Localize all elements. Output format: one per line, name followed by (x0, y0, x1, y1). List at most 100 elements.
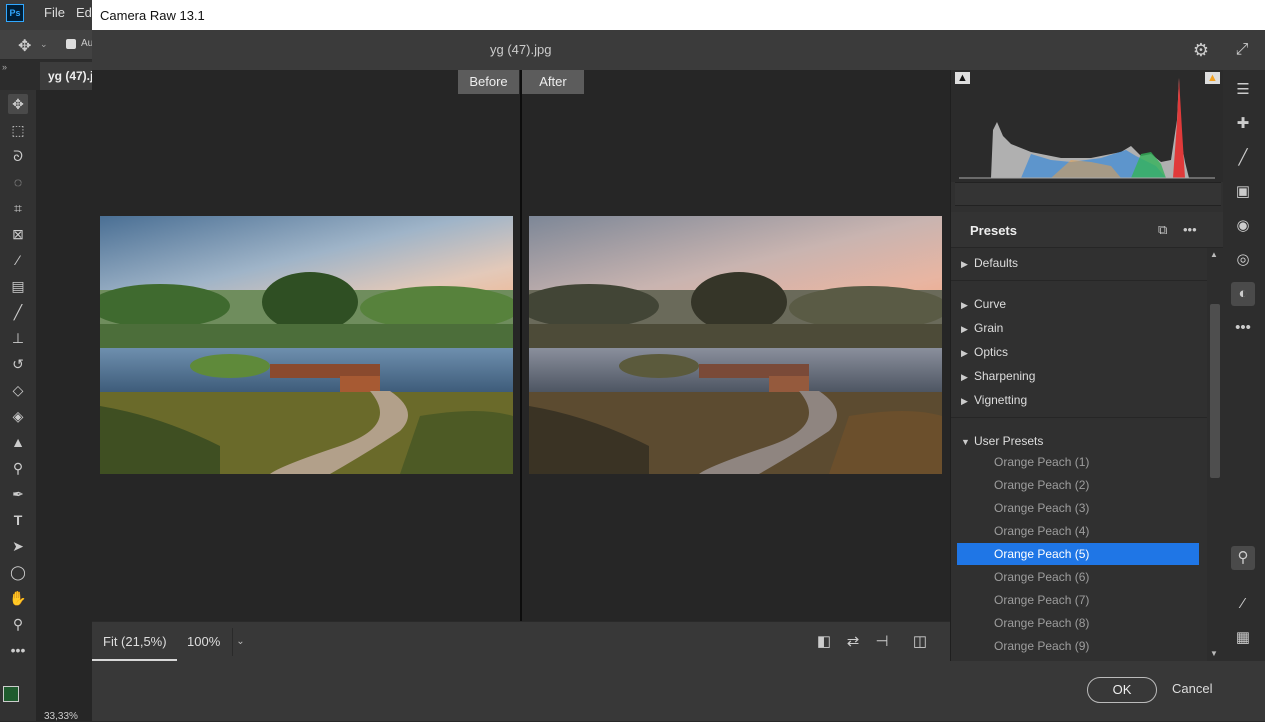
preset-item[interactable]: Orange Peach (3) (957, 497, 1199, 519)
preset-group-label: Sharpening (974, 369, 1036, 383)
zoom-status: 33,33% (44, 711, 78, 722)
preset-group-label: User Presets (974, 434, 1044, 448)
divider (951, 280, 1207, 281)
presets-scrollbar[interactable]: ▲ ▼ (1207, 248, 1223, 661)
swap-before-after-icon[interactable]: ⇄ (843, 632, 863, 652)
preset-group-vignetting[interactable]: ▶ Vignetting (961, 393, 1027, 407)
menu-file[interactable]: File (44, 5, 65, 20)
ok-button[interactable]: OK (1087, 677, 1157, 703)
right-panel: ▲ ▲ Presets ⧉ ••• ▶ Defaults ▶ Curve ▶ Grai… (950, 70, 1223, 661)
presets-icon[interactable]: ◐ (1231, 282, 1255, 306)
presets-title: Presets (970, 223, 1017, 238)
scroll-up-icon[interactable]: ▲ (1210, 250, 1218, 259)
auto-select-checkbox[interactable] (66, 39, 76, 49)
paint-bucket-icon[interactable]: ◈ (8, 406, 28, 426)
dialog-footer: OK Cancel (92, 661, 1265, 721)
path-select-icon[interactable]: ➤ (8, 536, 28, 556)
edit-sliders-icon[interactable]: ☰ (1231, 78, 1255, 102)
type-icon[interactable]: T (8, 510, 28, 530)
document-tab[interactable]: yg (47).jpg (40, 62, 92, 90)
cancel-button[interactable]: Cancel (1172, 681, 1212, 696)
preset-group-label: Vignetting (974, 393, 1028, 407)
expand-icon: ▶ (961, 396, 968, 406)
preset-item[interactable]: Orange Peach (7) (957, 589, 1199, 611)
preset-group-grain[interactable]: ▶ Grain (961, 321, 1003, 335)
hand-icon[interactable]: ✋ (8, 588, 28, 608)
radial-filter-icon[interactable]: ◉ (1231, 214, 1255, 238)
red-eye-icon[interactable]: ◎ (1231, 248, 1255, 272)
photoshop-canvas (36, 90, 92, 721)
camera-raw-dialog: yg (47).jpg ⚙ ⤢ Before After Fit (21,5%)… (92, 30, 1265, 721)
eyedropper-icon[interactable]: ⁄ (8, 250, 28, 270)
image-viewer: Before After (92, 70, 950, 621)
brush-icon[interactable]: ╱ (8, 302, 28, 322)
preset-group-optics[interactable]: ▶ Optics (961, 345, 1008, 359)
preset-item[interactable]: Orange Peach (6) (957, 566, 1199, 588)
move-icon[interactable]: ✥ (8, 94, 28, 114)
scrollbar-thumb[interactable] (1210, 304, 1220, 478)
gear-icon[interactable]: ⚙ (1190, 39, 1212, 61)
adjustment-brush-icon[interactable]: ╱ (1231, 146, 1255, 170)
crop-icon[interactable]: ⌗ (8, 198, 28, 218)
ellipse-icon[interactable]: ◯ (8, 562, 28, 582)
dialog-header: yg (47).jpg ⚙ ⤢ (92, 30, 1265, 70)
zoom-tool-icon[interactable]: ⚲ (1231, 546, 1255, 570)
preset-item[interactable]: Orange Peach (4) (957, 520, 1199, 542)
eraser-icon[interactable]: ◇ (8, 380, 28, 400)
before-after-view-icon[interactable]: ◧ (814, 632, 834, 652)
healing-icon[interactable]: ✚ (1231, 112, 1255, 136)
blur-icon[interactable]: ▲ (8, 432, 28, 452)
new-preset-icon[interactable]: ⧉ (1158, 222, 1167, 238)
preset-item-selected[interactable]: Orange Peach (5) (957, 543, 1199, 565)
move-tool-icon[interactable]: ✥ (18, 36, 31, 56)
view-bottom-bar: Fit (21,5%) 100% ⌄ ◧ ⇄ ⊣ ◫ (92, 621, 950, 661)
presets-list: ▶ Defaults ▶ Curve ▶ Grain ▶ Optics ▶ Sharpen… (951, 248, 1207, 661)
after-button[interactable]: After (522, 70, 584, 94)
lasso-icon[interactable]: ᘐ (8, 146, 28, 166)
fullscreen-icon[interactable]: ⤢ (1231, 39, 1253, 61)
preset-item[interactable]: Orange Peach (2) (957, 474, 1199, 496)
collapse-icon[interactable]: » (2, 62, 7, 72)
eyedropper-icon[interactable]: ⁄ (1231, 592, 1255, 616)
presets-header: Presets ⧉ ••• (951, 212, 1223, 248)
before-button[interactable]: Before (458, 70, 519, 94)
expand-icon: ▶ (961, 372, 968, 382)
more-tools-icon[interactable]: ••• (1231, 316, 1255, 340)
fit-zoom-button[interactable]: Fit (21,5%) (92, 622, 177, 661)
zoom-100-button[interactable]: 100% (187, 634, 220, 649)
preset-item[interactable]: Orange Peach (1) (957, 451, 1199, 473)
grid-icon[interactable]: ▦ (1231, 626, 1255, 650)
chevron-down-icon[interactable]: ⌄ (40, 39, 48, 50)
presets-more-icon[interactable]: ••• (1183, 222, 1197, 237)
more-icon[interactable]: ••• (8, 640, 28, 660)
dialog-title: Camera Raw 13.1 (92, 0, 1265, 30)
history-brush-icon[interactable]: ↺ (8, 354, 28, 374)
histogram: ▲ ▲ (951, 70, 1223, 182)
healing-brush-icon[interactable]: ▤ (8, 276, 28, 296)
preset-group-sharpening[interactable]: ▶ Sharpening (961, 369, 1035, 383)
dodge-icon[interactable]: ⚲ (8, 458, 28, 478)
before-image (100, 216, 513, 474)
preset-item[interactable]: Orange Peach (9) (957, 635, 1199, 657)
file-name: yg (47).jpg (490, 42, 552, 57)
preset-group-defaults[interactable]: ▶ Defaults (961, 256, 1018, 270)
pen-icon[interactable]: ✒ (8, 484, 28, 504)
preset-item[interactable]: Orange Peach (8) (957, 612, 1199, 634)
toggle-view-icon[interactable]: ◫ (910, 632, 930, 652)
foreground-color-swatch[interactable] (3, 686, 19, 702)
photoshop-menubar: Ps File Edi (0, 0, 95, 30)
copy-settings-icon[interactable]: ⊣ (872, 632, 892, 652)
marquee-icon[interactable]: ⬚ (8, 120, 28, 140)
graduated-filter-icon[interactable]: ▣ (1231, 180, 1255, 204)
preset-group-label: Grain (974, 321, 1004, 335)
stamp-icon[interactable]: ⊥ (8, 328, 28, 348)
frame-icon[interactable]: ⊠ (8, 224, 28, 244)
expand-icon: ▶ (961, 324, 968, 334)
zoom-dropdown-icon[interactable]: ⌄ (232, 628, 248, 656)
collapse-icon: ▼ (961, 437, 970, 447)
zoom-icon[interactable]: ⚲ (8, 614, 28, 634)
preset-group-curve[interactable]: ▶ Curve (961, 297, 1006, 311)
preset-group-user[interactable]: ▼ User Presets (961, 434, 1043, 448)
quick-select-icon[interactable]: ◌ (8, 172, 28, 192)
scroll-down-icon[interactable]: ▼ (1210, 649, 1218, 658)
